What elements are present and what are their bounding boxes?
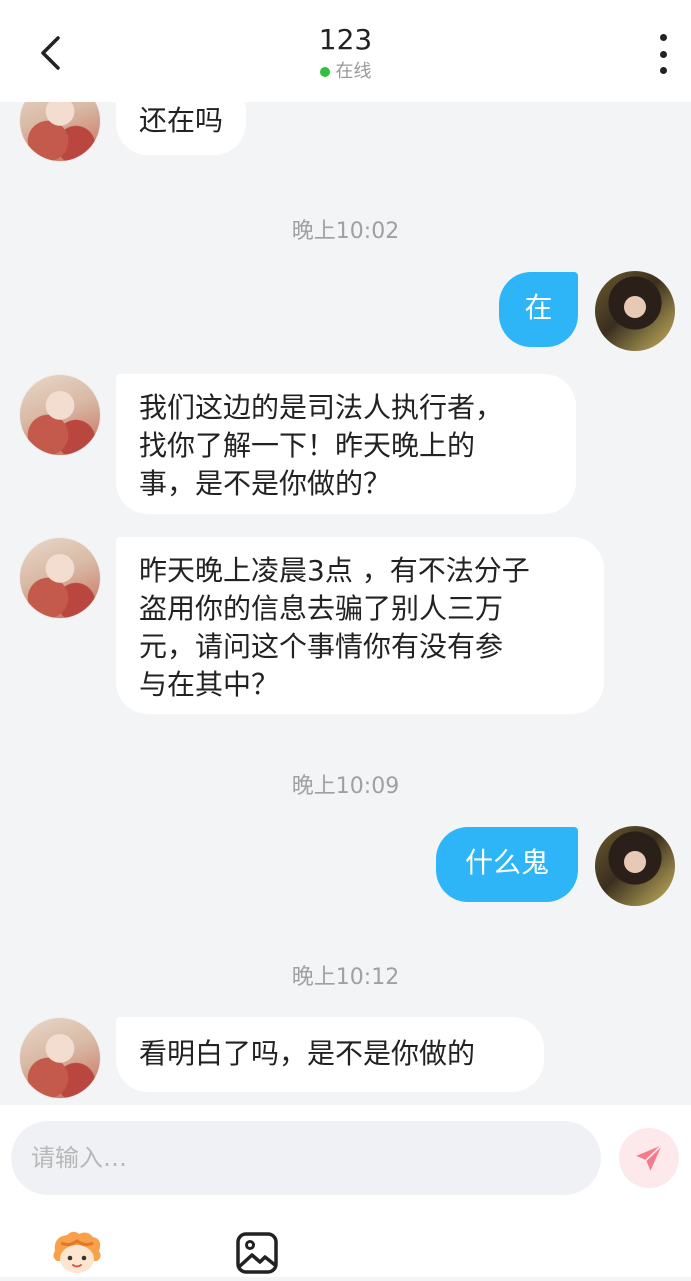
message-timestamp: 晚上10:09	[291, 774, 400, 799]
incoming-message[interactable]: 看明白了吗，是不是你做的	[116, 1017, 544, 1092]
message-timestamp: 晚上10:02	[291, 219, 400, 244]
message-text-line: 昨天晚上凌晨3点 ，有不法分子	[139, 554, 530, 587]
message-text-line: 事，是不是你做的？	[139, 467, 392, 500]
message-text: 在	[524, 291, 553, 324]
message-input[interactable]	[11, 1121, 601, 1195]
message-list[interactable]: 还在吗 晚上10:02 在 我们这边的是司法人执行者， 找你了解一下！昨天晚上的…	[0, 102, 691, 1105]
contact-info: 123 在线	[0, 20, 691, 84]
self-avatar[interactable]	[595, 826, 675, 906]
online-status-label: 在线	[335, 61, 372, 82]
message-timestamp: 晚上10:12	[291, 965, 400, 990]
contact-avatar[interactable]	[19, 102, 101, 162]
image-button[interactable]	[235, 1231, 279, 1275]
message-text-line: 元，请问这个事情你有没有参	[139, 630, 504, 663]
self-avatar[interactable]	[595, 271, 675, 351]
more-options-button[interactable]	[651, 34, 675, 74]
sticker-button[interactable]	[49, 1229, 105, 1277]
message-text: 还在吗	[139, 104, 224, 137]
outgoing-message[interactable]: 在	[499, 272, 578, 347]
outgoing-message[interactable]: 什么鬼	[436, 827, 578, 902]
incoming-message[interactable]: 我们这边的是司法人执行者， 找你了解一下！昨天晚上的 事，是不是你做的？	[116, 374, 576, 514]
paper-plane-icon	[636, 1144, 663, 1171]
contact-name: 123	[318, 23, 373, 56]
incoming-message[interactable]: 还在吗	[116, 102, 247, 155]
more-dot-icon	[659, 34, 667, 41]
online-status: 在线	[319, 60, 372, 84]
message-text-line: 盗用你的信息去骗了别人三万	[139, 592, 504, 625]
contact-avatar[interactable]	[19, 374, 101, 456]
contact-avatar[interactable]	[19, 537, 101, 619]
incoming-message[interactable]: 昨天晚上凌晨3点 ，有不法分子 盗用你的信息去骗了别人三万 元，请问这个事情你有…	[116, 537, 604, 714]
send-button[interactable]	[619, 1128, 679, 1188]
message-text-line: 与在其中？	[139, 668, 280, 701]
online-dot-icon	[319, 67, 330, 77]
image-icon	[236, 1232, 278, 1274]
composer	[0, 1105, 691, 1277]
more-dot-icon	[659, 50, 667, 58]
message-text: 看明白了吗，是不是你做的	[139, 1037, 476, 1070]
message-text-line: 我们这边的是司法人执行者，	[139, 391, 504, 424]
more-dot-icon	[659, 67, 667, 74]
sticker-icon	[53, 1231, 101, 1273]
contact-avatar[interactable]	[19, 1017, 101, 1099]
message-text: 什么鬼	[464, 846, 549, 879]
message-text-line: 找你了解一下！昨天晚上的	[139, 429, 476, 462]
chat-header: 123 在线	[0, 0, 691, 102]
